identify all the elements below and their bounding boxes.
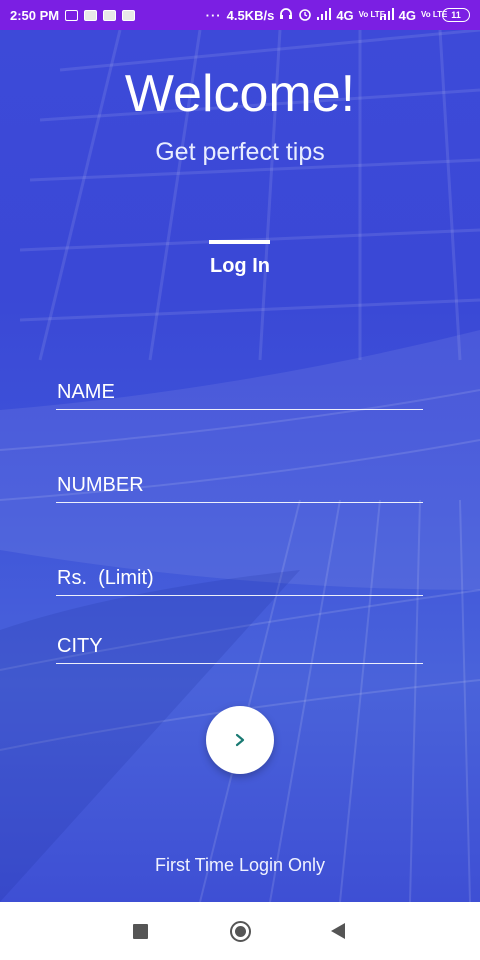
number-field — [56, 469, 423, 503]
battery-level: 11 — [451, 9, 461, 20]
laptop-icon — [65, 9, 79, 21]
first-time-login-note: First Time Login Only — [154, 855, 326, 875]
status-time: 2:50 PM — [10, 7, 60, 23]
circle-icon — [229, 920, 251, 942]
welcome-title: Welcome! — [124, 65, 356, 123]
home-button[interactable] — [210, 902, 270, 960]
signal-bars-icon — [317, 7, 332, 23]
login-screen: Welcome! Get perfect tips Log In First T… — [0, 30, 480, 902]
more-notifications-icon: ··· — [205, 7, 222, 23]
submit-button[interactable] — [206, 706, 274, 774]
tab-active-indicator — [209, 240, 270, 244]
name-input[interactable] — [56, 376, 423, 409]
volte-badge-2: Vo LTE — [421, 10, 448, 19]
limit-input[interactable] — [56, 562, 423, 595]
tab-login[interactable]: Log In — [0, 255, 480, 278]
name-field — [56, 376, 423, 410]
signal-bars-icon — [379, 7, 394, 23]
recents-button[interactable] — [110, 902, 170, 960]
network-type-2: 4G — [398, 7, 416, 23]
volte-badge-1: Vo LTE — [358, 10, 386, 19]
number-input[interactable] — [56, 469, 423, 502]
app-notification-icon — [122, 9, 136, 21]
headphones-icon — [279, 7, 293, 23]
limit-field — [56, 562, 423, 596]
square-icon — [132, 923, 148, 939]
app-notification-icon — [103, 9, 117, 21]
chevron-right-icon — [235, 733, 245, 747]
alarm-icon — [298, 7, 312, 24]
network-speed: 4.5KB/s — [226, 7, 275, 23]
city-input[interactable] — [56, 630, 423, 663]
battery-icon: 11 — [442, 8, 470, 22]
status-bar: 2:50 PM ··· 4.5KB/s 4G Vo LTE 4G Vo LTE … — [0, 0, 480, 30]
network-type-1: 4G — [336, 7, 354, 23]
triangle-back-icon — [331, 923, 345, 939]
back-button[interactable] — [308, 902, 368, 960]
welcome-subtitle: Get perfect tips — [155, 138, 325, 166]
app-notification-icon — [84, 9, 98, 21]
navigation-bar — [0, 902, 480, 960]
city-field — [56, 630, 423, 664]
